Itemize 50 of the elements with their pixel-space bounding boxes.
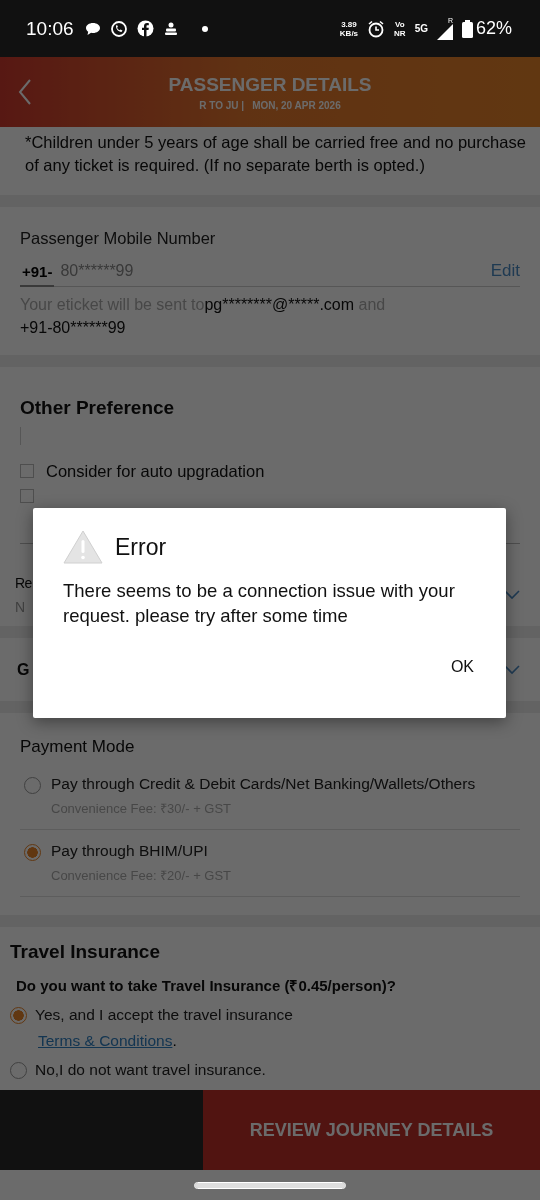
- alarm-icon: [367, 19, 386, 38]
- route-label: R TO JU |: [199, 99, 245, 111]
- chat-bubble-icon: [84, 21, 101, 36]
- country-code: +91-: [20, 258, 55, 287]
- checkbox[interactable]: [20, 489, 34, 504]
- eticket-info-text: +91-80******99: [20, 319, 126, 336]
- radio-button[interactable]: [24, 844, 41, 861]
- page-title: PASSENGER DETAILS: [168, 73, 372, 96]
- insurance-question: Do you want to take Travel Insurance (₹0.45/person)?: [16, 976, 397, 995]
- row-title: Re: [15, 575, 32, 592]
- section-title: Payment Mode: [20, 737, 136, 757]
- warning-icon: [63, 530, 103, 564]
- dot-icon: [201, 25, 208, 32]
- section-title: Travel Insurance: [10, 941, 161, 963]
- chevron-icon[interactable]: [504, 590, 520, 601]
- edit-link[interactable]: Edit: [490, 261, 520, 281]
- back-icon[interactable]: [18, 79, 32, 105]
- option-label: Pay through Credit & Debit Cards/Net Banking/Wallets/Others: [51, 775, 476, 793]
- speed-unit: KB/s: [339, 28, 359, 38]
- option-label: Pay through BHIM/UPI: [51, 842, 209, 860]
- battery-icon: [461, 19, 473, 38]
- chevron-icon[interactable]: [504, 664, 520, 675]
- radio-button[interactable]: [10, 1007, 27, 1024]
- checkbox-label: Consider for auto upgradation: [46, 461, 265, 481]
- terms-link[interactable]: Terms & Conditions: [38, 1032, 173, 1049]
- ok-button[interactable]: OK: [440, 652, 484, 682]
- clock-time: 10:06: [26, 17, 74, 40]
- eticket-info-text: pg********@*****.com: [204, 296, 355, 313]
- section-title: Other Preference: [20, 397, 176, 419]
- network-type: 5G: [414, 23, 428, 34]
- chat-phone-icon: [109, 19, 128, 38]
- row-title: G: [17, 660, 29, 679]
- checkbox[interactable]: [20, 464, 34, 479]
- journey-date: MON, 20 APR 2026: [252, 99, 341, 111]
- field-label: Passenger Mobile Number: [20, 229, 217, 248]
- link-period: .: [172, 1032, 177, 1049]
- option-label: Yes, and I accept the travel insurance: [35, 1005, 293, 1024]
- person-icon: [162, 20, 179, 37]
- home-handle[interactable]: [195, 1182, 345, 1188]
- volte-label: Vo: [395, 19, 405, 29]
- review-journey-button[interactable]: REVIEW JOURNEY DETAILS: [203, 1090, 540, 1170]
- facebook-icon: [136, 20, 154, 37]
- children-note: *Children under 5 years of age shall be carried free and no purchase of any ticket is required. (If no separate berth is opted.): [0, 127, 540, 207]
- network-speed: 3.89: [341, 19, 357, 29]
- volte-sub-label: NR: [394, 28, 406, 38]
- option-label: No,I do not want travel insurance.: [35, 1060, 266, 1079]
- battery-percentage: 62%: [475, 18, 512, 39]
- dialog-message: There seems to be a connection issue with your request. please try after some time: [63, 579, 456, 628]
- signal-icon: [436, 24, 453, 40]
- dialog-title: Error: [115, 533, 167, 561]
